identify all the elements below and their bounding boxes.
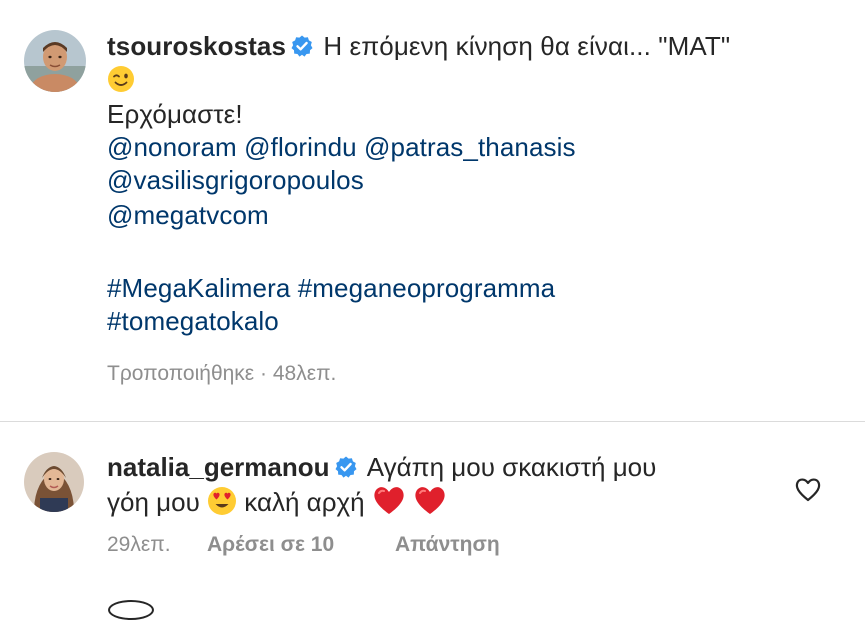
verified-badge-icon — [290, 33, 314, 66]
comment-time[interactable]: 29λεπ. — [107, 533, 207, 557]
comment-likes[interactable]: Αρέσει σε 10 — [207, 533, 395, 557]
post-time[interactable]: 48λεπ. — [273, 362, 337, 385]
comment-username[interactable]: natalia_germanou — [107, 452, 330, 482]
divider — [0, 421, 865, 422]
caption-text: tsouroskostas Η επόμενη κίνηση θα είναι.… — [107, 30, 847, 338]
red-heart-emoji-icon — [372, 484, 406, 524]
caption-line-1: Η επόμενη κίνηση θα είναι... "ΜΑΤ" — [323, 31, 731, 61]
caption-line-2: Ερχόμαστε! — [107, 99, 243, 129]
mentions-line-2[interactable]: @vasilisgrigoropoulos — [107, 164, 847, 199]
meta-separator: · — [254, 362, 273, 385]
verified-badge-icon — [334, 454, 358, 487]
comment-text: natalia_germanou Αγάπη μου σκακιστή μου … — [107, 451, 767, 517]
comment-text-part-2: γόη μου — [107, 487, 200, 517]
hashtags-line-1[interactable]: #MegaKalimera #meganeoprogramma — [107, 272, 847, 305]
next-comment-avatar — [108, 600, 154, 620]
mentions-line-1[interactable]: @nonoram @florindu @patras_thanasis — [107, 131, 847, 164]
post-meta: Τροποποιήθηκε · 48λεπ. — [107, 362, 336, 386]
comment-text-part-3: καλή αρχή — [244, 487, 365, 517]
hashtags-line-2[interactable]: #tomegatokalo — [107, 305, 847, 338]
post-username[interactable]: tsouroskostas — [107, 31, 286, 61]
comment-text-part-1: Αγάπη μου σκακιστή μου — [366, 452, 657, 482]
red-heart-emoji-icon — [413, 484, 447, 524]
comment-meta: 29λεπ. Αρέσει σε 10 Απάντηση — [107, 533, 500, 557]
post-caption-block: tsouroskostas Η επόμενη κίνηση θα είναι.… — [0, 0, 865, 420]
like-comment-heart-icon[interactable] — [794, 476, 822, 502]
avatar-tsouroskostas[interactable] — [24, 30, 86, 92]
heart-eyes-emoji-icon — [207, 486, 237, 524]
wink-emoji-icon — [107, 65, 135, 101]
mentions-line-3[interactable]: @megatvcom — [107, 199, 847, 232]
reply-button[interactable]: Απάντηση — [395, 533, 500, 557]
avatar-natalia-germanou[interactable] — [24, 452, 84, 512]
edited-label: Τροποποιήθηκε — [107, 362, 255, 385]
